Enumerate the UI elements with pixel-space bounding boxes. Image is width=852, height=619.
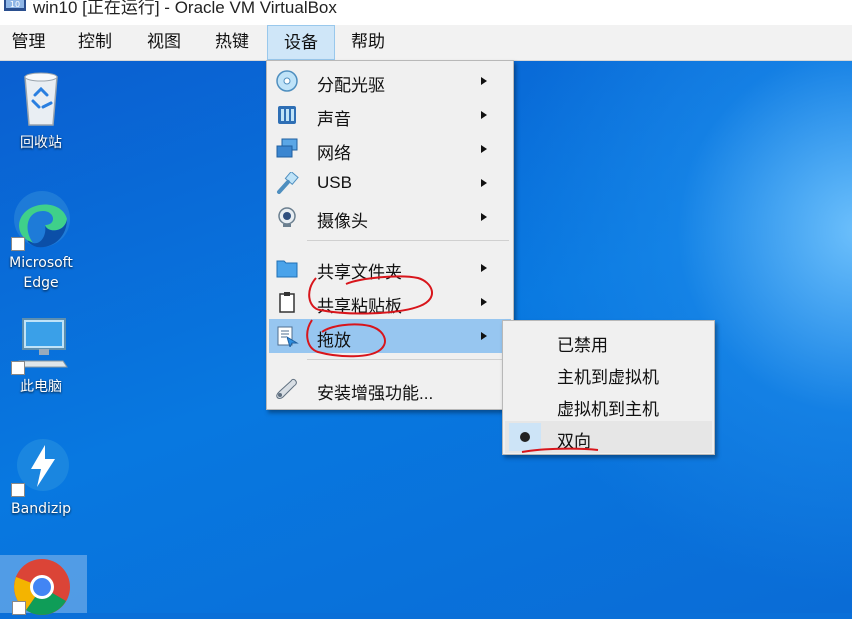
desktop-icon-label: 此电脑 xyxy=(20,379,62,395)
submenu-arrow-icon xyxy=(481,213,487,221)
menu-item-label: 共享文件夹 xyxy=(317,263,402,282)
desktop-icon-this-pc[interactable]: 此电脑 xyxy=(0,313,82,397)
guest-additions-icon xyxy=(276,378,297,399)
optical-disc-icon xyxy=(276,70,298,92)
submenu-item-label: 双向 xyxy=(557,432,591,451)
submenu-arrow-icon xyxy=(481,111,487,119)
menu-help[interactable]: 帮助 xyxy=(338,25,398,60)
desktop-icon-edge[interactable]: Microsoft Edge xyxy=(0,189,82,293)
window-title-bar: 10 win10 [正在运行] - Oracle VM VirtualBox xyxy=(0,0,852,25)
submenu-item-disabled[interactable]: 已禁用 xyxy=(505,325,712,357)
submenu-item-label: 主机到虚拟机 xyxy=(557,368,659,387)
submenu-item-label: 虚拟机到主机 xyxy=(557,400,659,419)
shortcut-arrow-icon xyxy=(11,361,25,375)
window-title: win10 [正在运行] - Oracle VM VirtualBox xyxy=(33,0,337,17)
desktop-icon-label: Bandizip xyxy=(11,501,71,517)
menu-item-label: 共享粘贴板 xyxy=(317,297,402,316)
menu-item-label: 网络 xyxy=(317,144,351,163)
menu-item-label: 摄像头 xyxy=(317,212,368,231)
menu-item-drag-and-drop[interactable]: 拖放 xyxy=(269,319,511,353)
menu-separator xyxy=(307,359,509,360)
menu-item-install-guest-additions[interactable]: 安装增强功能... xyxy=(269,372,511,406)
menu-item-label: 安装增强功能... xyxy=(317,384,434,403)
desktop-icon-recycle-bin[interactable]: 回收站 xyxy=(0,69,82,153)
menu-item-shared-clipboard[interactable]: 共享粘贴板 xyxy=(269,285,511,319)
menu-item-label: 分配光驱 xyxy=(317,76,385,95)
drag-drop-icon xyxy=(277,326,299,347)
shortcut-arrow-icon xyxy=(11,483,25,497)
radio-selected-icon xyxy=(520,432,530,442)
menu-bar: 管理 控制 视图 热键 设备 帮助 xyxy=(0,25,852,61)
menu-devices[interactable]: 设备 xyxy=(267,25,335,60)
devices-menu: 分配光驱 声音 网络 USB 摄像头 共享文件夹 共享粘贴板 拖放 安装增强功能… xyxy=(266,60,514,410)
shortcut-arrow-icon xyxy=(11,237,25,251)
menu-item-audio[interactable]: 声音 xyxy=(269,98,511,132)
menu-control[interactable]: 控制 xyxy=(66,25,124,60)
submenu-item-bidirectional[interactable]: 双向 xyxy=(505,421,712,453)
submenu-arrow-icon xyxy=(481,145,487,153)
usb-icon xyxy=(277,172,299,194)
menu-item-label: 拖放 xyxy=(317,331,351,350)
submenu-arrow-icon xyxy=(481,77,487,85)
desktop-icon-label: 回收站 xyxy=(20,135,62,151)
webcam-icon xyxy=(278,207,296,227)
submenu-item-guest-to-host[interactable]: 虚拟机到主机 xyxy=(505,389,712,421)
menu-separator xyxy=(307,240,509,241)
submenu-arrow-icon xyxy=(481,179,487,187)
menu-item-label: USB xyxy=(317,173,352,192)
menu-item-optical-drives[interactable]: 分配光驱 xyxy=(269,64,511,98)
menu-manage[interactable]: 管理 xyxy=(0,25,57,60)
network-icon xyxy=(276,138,298,158)
audio-icon xyxy=(278,106,296,124)
desktop-icon-label-line1: Microsoft xyxy=(9,255,73,271)
recycle-bin-icon xyxy=(24,72,58,126)
menu-item-network[interactable]: 网络 xyxy=(269,132,511,166)
drag-drop-submenu: 已禁用 主机到虚拟机 虚拟机到主机 双向 xyxy=(502,320,715,455)
menu-item-webcam[interactable]: 摄像头 xyxy=(269,200,511,234)
submenu-arrow-icon xyxy=(481,264,487,272)
shared-folder-icon xyxy=(276,260,298,278)
submenu-arrow-icon xyxy=(481,332,487,340)
app-icon-badge: 10 xyxy=(10,0,20,9)
clipboard-icon xyxy=(279,292,295,313)
menu-item-usb[interactable]: USB xyxy=(269,166,511,200)
submenu-item-host-to-guest[interactable]: 主机到虚拟机 xyxy=(505,357,712,389)
submenu-arrow-icon xyxy=(481,298,487,306)
menu-hotkeys[interactable]: 热键 xyxy=(202,25,262,60)
desktop-icon-chrome[interactable] xyxy=(0,555,87,615)
submenu-item-label: 已禁用 xyxy=(557,336,608,355)
desktop-icon-bandizip[interactable]: Bandizip xyxy=(0,435,82,519)
menu-item-label: 声音 xyxy=(317,110,351,129)
menu-item-shared-folders[interactable]: 共享文件夹 xyxy=(269,251,511,285)
menu-view[interactable]: 视图 xyxy=(134,25,194,60)
virtualbox-app-icon: 10 xyxy=(4,0,26,11)
desktop-icon-label-line2: Edge xyxy=(23,275,59,291)
